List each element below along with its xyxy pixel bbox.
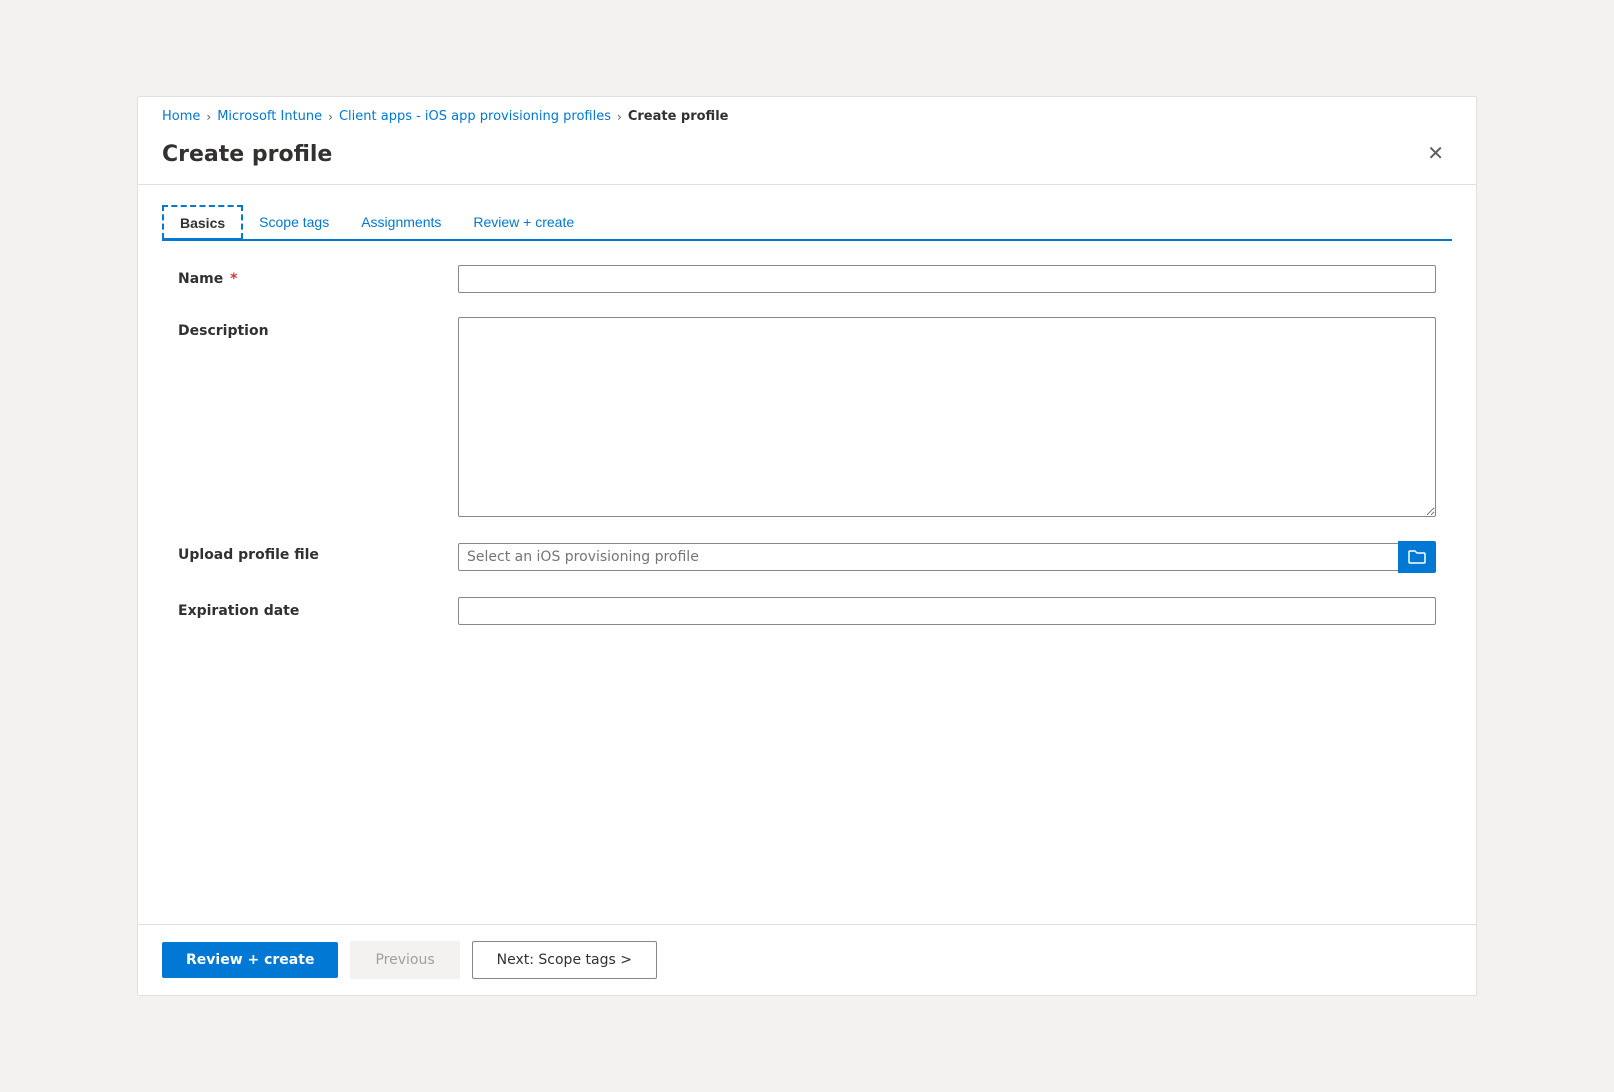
breadcrumb-sep-2: › xyxy=(328,110,333,124)
breadcrumb: Home › Microsoft Intune › Client apps - … xyxy=(138,97,1476,132)
upload-label: Upload profile file xyxy=(178,541,458,563)
upload-input[interactable] xyxy=(458,543,1398,571)
upload-folder-button[interactable] xyxy=(1398,541,1436,573)
breadcrumb-sep-3: › xyxy=(617,110,622,124)
description-row: Description xyxy=(178,317,1436,517)
breadcrumb-home[interactable]: Home xyxy=(162,109,200,124)
footer-bar: Review + create Previous Next: Scope tag… xyxy=(138,924,1476,995)
close-button[interactable]: ✕ xyxy=(1419,140,1452,168)
expiration-input[interactable] xyxy=(458,597,1436,625)
breadcrumb-client-apps[interactable]: Client apps - iOS app provisioning profi… xyxy=(339,109,611,124)
previous-button: Previous xyxy=(350,941,459,979)
expiration-row: Expiration date xyxy=(178,597,1436,625)
tab-scope-tags[interactable]: Scope tags xyxy=(243,205,345,239)
review-create-button[interactable]: Review + create xyxy=(162,942,338,978)
form-area: Name * Description Upload profile file xyxy=(138,241,1476,924)
upload-row: Upload profile file xyxy=(178,541,1436,573)
breadcrumb-sep-1: › xyxy=(206,110,211,124)
upload-control xyxy=(458,541,1436,573)
panel-header: Create profile ✕ xyxy=(138,132,1476,184)
tabs-container: Basics Scope tags Assignments Review + c… xyxy=(138,185,1476,239)
name-input[interactable] xyxy=(458,265,1436,293)
name-label: Name * xyxy=(178,265,458,287)
breadcrumb-current: Create profile xyxy=(628,109,729,124)
page-title: Create profile xyxy=(162,142,332,167)
description-textarea[interactable] xyxy=(458,317,1436,517)
description-label: Description xyxy=(178,317,458,339)
tab-assignments[interactable]: Assignments xyxy=(345,205,457,239)
required-indicator: * xyxy=(225,271,237,287)
name-row: Name * xyxy=(178,265,1436,293)
folder-icon xyxy=(1408,549,1426,565)
tab-basics[interactable]: Basics xyxy=(162,205,243,239)
expiration-label: Expiration date xyxy=(178,597,458,619)
tab-review-create[interactable]: Review + create xyxy=(457,205,590,239)
breadcrumb-intune[interactable]: Microsoft Intune xyxy=(217,109,322,124)
create-profile-panel: Home › Microsoft Intune › Client apps - … xyxy=(137,96,1477,996)
next-button[interactable]: Next: Scope tags > xyxy=(472,941,657,979)
